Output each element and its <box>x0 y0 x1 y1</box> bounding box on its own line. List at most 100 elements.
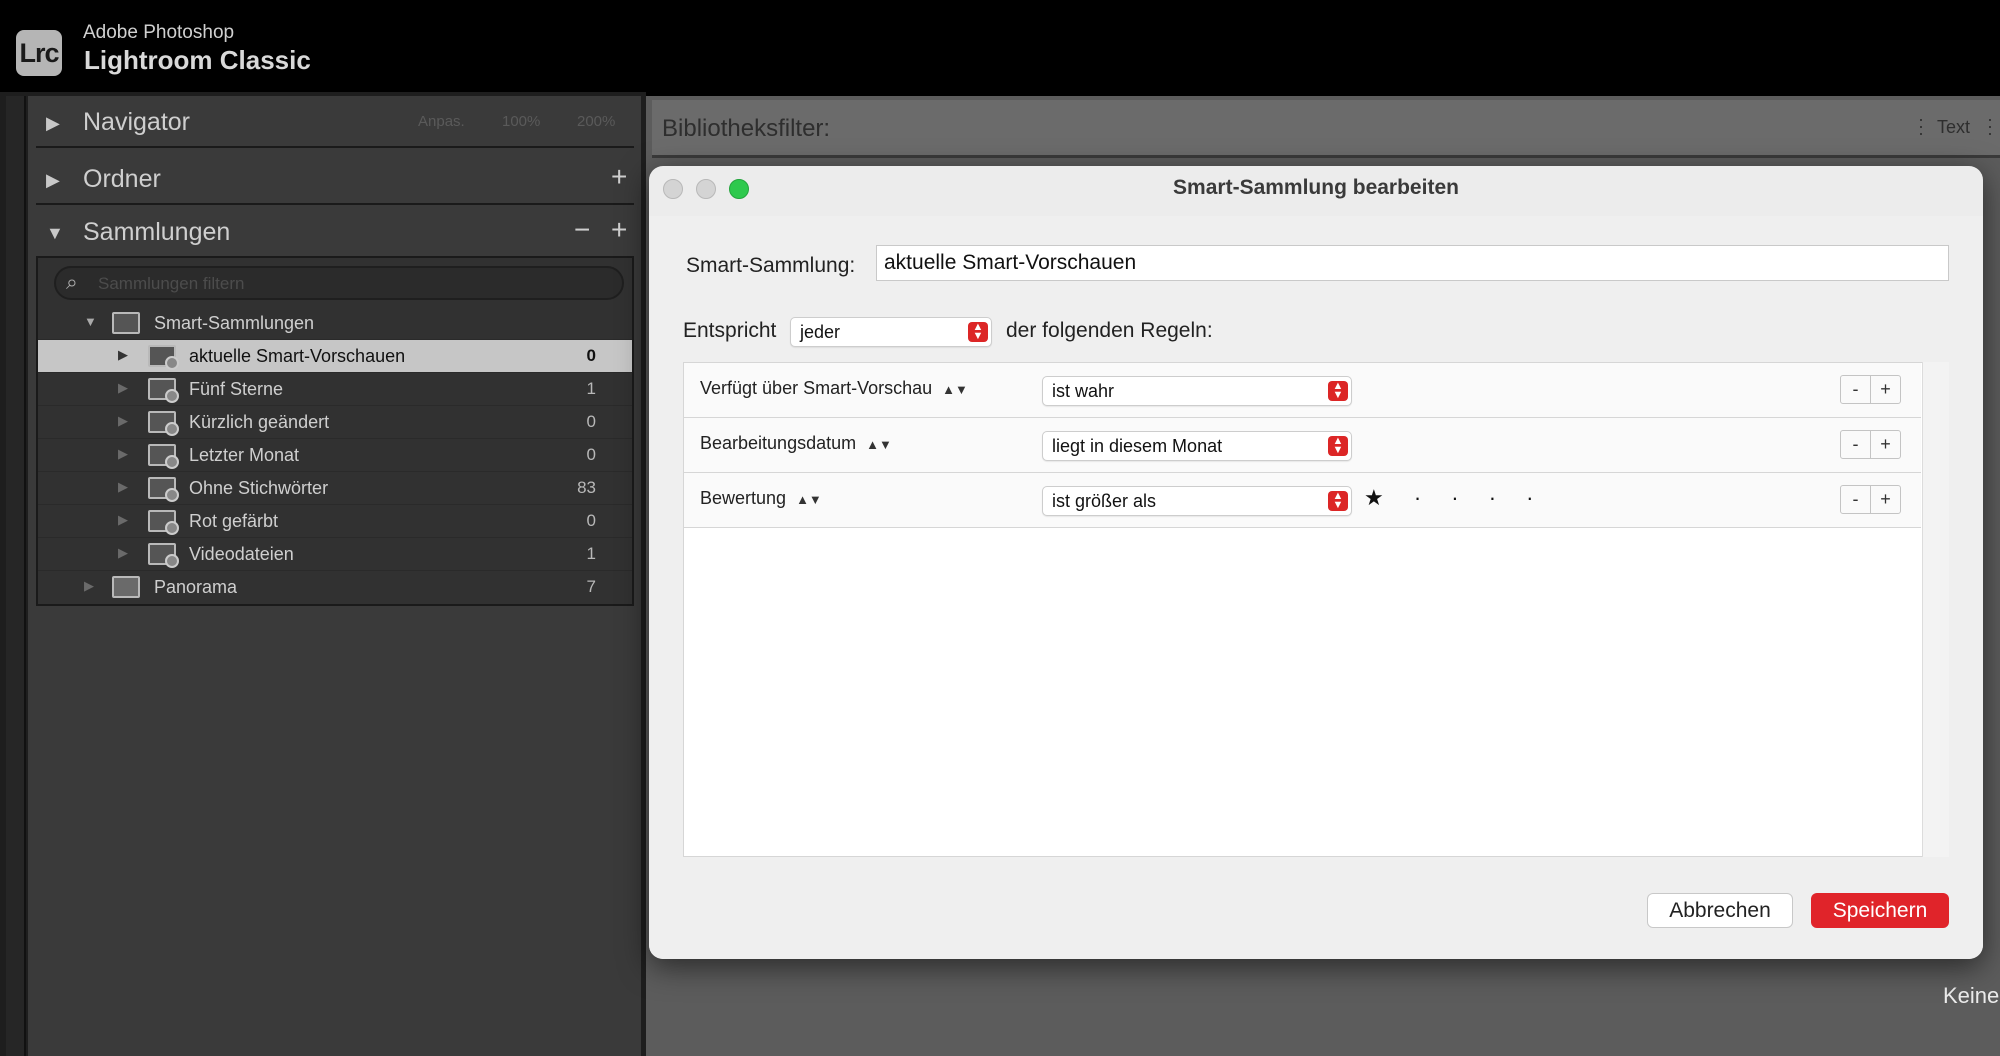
collection-set-icon <box>112 576 140 598</box>
collection-set-panorama[interactable]: ▶ Panorama 7 <box>38 571 632 604</box>
smart-collection-icon <box>148 378 179 403</box>
app-vendor-name: Adobe Photoshop <box>83 22 235 43</box>
library-filter-label: Bibliotheksfilter: <box>662 115 831 142</box>
select-arrows-icon: ▲ ▼ <box>1328 436 1348 456</box>
folders-panel-header[interactable]: ▶ Ordner + <box>36 153 634 205</box>
add-rule-button[interactable]: + <box>1870 485 1901 514</box>
rule-operator-value: ist größer als <box>1052 491 1157 511</box>
rule-operator-select[interactable]: ist größer als ▲ ▼ <box>1042 486 1352 516</box>
rule-field-select[interactable]: Bewertung ▲▼ <box>700 488 822 509</box>
zoom-fit-option[interactable]: Anpas. <box>418 113 465 130</box>
collection-item[interactable]: ▶ Videodateien 1 <box>38 538 632 571</box>
triangle-right-icon[interactable]: ▶ <box>118 545 128 561</box>
remove-rule-button[interactable]: - <box>1840 375 1871 404</box>
select-arrows-icon: ▲ ▼ <box>1328 491 1348 511</box>
collection-label: Rot gefärbt <box>189 511 279 531</box>
collection-item-selected[interactable]: ▶ aktuelle Smart-Vorschauen 0 <box>38 340 632 373</box>
rule-operator-select[interactable]: liegt in diesem Monat ▲ ▼ <box>1042 431 1352 461</box>
remove-rule-button[interactable]: - <box>1840 430 1871 459</box>
collection-set-smart[interactable]: ▼ Smart-Sammlungen <box>38 307 632 340</box>
folders-title: Ordner <box>83 165 161 193</box>
zoom-100-option[interactable]: 100% <box>502 113 540 130</box>
navigator-panel-header[interactable]: ▶ Navigator Anpas. 100% 200% <box>36 96 634 148</box>
match-mode-select[interactable]: jeder ▲ ▼ <box>790 317 992 347</box>
search-placeholder: Sammlungen filtern <box>98 274 245 293</box>
save-button[interactable]: Speichern <box>1811 893 1949 928</box>
select-arrows-icon: ▲ ▼ <box>968 322 988 342</box>
rule-operator-value: ist wahr <box>1052 381 1115 401</box>
triangle-down-icon[interactable]: ▼ <box>84 314 97 329</box>
smart-collection-icon <box>148 543 179 568</box>
add-rule-button[interactable]: + <box>1870 430 1901 459</box>
rule-field-label: Bearbeitungsdatum <box>700 433 857 453</box>
collection-item[interactable]: ▶ Kürzlich geändert 0 <box>38 406 632 439</box>
collection-count: 0 <box>586 445 596 464</box>
collection-label: Panorama <box>154 577 238 597</box>
collection-count: 1 <box>586 544 596 563</box>
rule-field-label: Verfügt über Smart-Vorschau <box>700 378 933 398</box>
rule-row: Bewertung ▲▼ ist größer als ▲ ▼ ★ · · · · … <box>684 473 1921 528</box>
triangle-right-icon[interactable]: ▶ <box>84 578 94 594</box>
filter-tab-text[interactable]: Text <box>1937 117 1970 138</box>
smart-collection-icon <box>148 444 179 469</box>
up-down-arrows-icon: ▲▼ <box>866 437 892 452</box>
triangle-right-icon[interactable]: ▶ <box>46 113 60 134</box>
triangle-right-icon[interactable]: ▶ <box>118 413 128 429</box>
collection-label: Ohne Stichwörter <box>189 478 329 498</box>
match-label: Entspricht <box>683 319 777 342</box>
remove-collection-icon[interactable]: − <box>574 214 590 246</box>
name-label: Smart-Sammlung: <box>686 254 856 277</box>
lrc-logo-icon: Lrc <box>16 30 62 76</box>
collection-item[interactable]: ▶ Rot gefärbt 0 <box>38 505 632 538</box>
collection-count: 0 <box>586 412 596 431</box>
cancel-button[interactable]: Abbrechen <box>1647 893 1793 928</box>
collections-panel-header[interactable]: ▼ Sammlungen − + <box>36 206 634 258</box>
collection-count: 83 <box>577 478 596 497</box>
triangle-right-icon[interactable]: ▶ <box>118 347 128 363</box>
collection-count: 7 <box>586 577 596 596</box>
triangle-right-icon[interactable]: ▶ <box>118 380 128 396</box>
rule-operator-select[interactable]: ist wahr ▲ ▼ <box>1042 376 1352 406</box>
smart-collection-icon <box>148 510 179 535</box>
collection-label: Fünf Sterne <box>189 379 284 399</box>
rule-row: Verfügt über Smart-Vorschau ▲▼ ist wahr ▲… <box>684 363 1921 418</box>
app-product-name: Lightroom Classic <box>84 45 311 75</box>
separator-icon: · · · <box>1987 109 1993 143</box>
add-collection-icon[interactable]: + <box>611 214 627 246</box>
search-icon[interactable]: ⌕ <box>66 271 78 295</box>
collections-search-input[interactable]: ⌕ Sammlungen filtern <box>54 266 624 300</box>
app-title-bar: Lrc Adobe Photoshop Lightroom Classic <box>0 0 2000 92</box>
triangle-right-icon[interactable]: ▶ <box>46 170 60 191</box>
library-filter-bar <box>652 100 2000 158</box>
smart-collection-icon <box>148 411 179 436</box>
rules-scrollbar[interactable] <box>1922 362 1949 857</box>
separator-icon: · · · <box>1918 109 1924 143</box>
collections-title: Sammlungen <box>83 218 231 246</box>
rule-operator-value: liegt in diesem Monat <box>1052 436 1223 456</box>
collection-item[interactable]: ▶ Ohne Stichwörter 83 <box>38 472 632 505</box>
add-folder-icon[interactable]: + <box>611 161 627 193</box>
triangle-right-icon[interactable]: ▶ <box>118 446 128 462</box>
triangle-right-icon[interactable]: ▶ <box>118 512 128 528</box>
collection-item[interactable]: ▶ Letzter Monat 0 <box>38 439 632 472</box>
triangle-right-icon[interactable]: ▶ <box>118 479 128 495</box>
navigator-title: Navigator <box>83 108 190 136</box>
collection-count: 0 <box>586 511 596 530</box>
collection-label: Videodateien <box>189 544 294 564</box>
collection-label: Letzter Monat <box>189 445 300 465</box>
collection-name-input[interactable] <box>876 245 1949 281</box>
collection-item[interactable]: ▶ Fünf Sterne 1 <box>38 373 632 406</box>
rating-stars-input[interactable]: ★ · · · · <box>1364 485 1545 511</box>
triangle-down-icon[interactable]: ▼ <box>46 223 64 244</box>
match-mode-value: jeder <box>800 322 841 342</box>
collection-label: Kürzlich geändert <box>189 412 330 432</box>
rule-field-select[interactable]: Bearbeitungsdatum ▲▼ <box>700 433 892 454</box>
remove-rule-button[interactable]: - <box>1840 485 1871 514</box>
zoom-200-option[interactable]: 200% <box>577 113 615 130</box>
add-rule-button[interactable]: + <box>1870 375 1901 404</box>
rule-field-select[interactable]: Verfügt über Smart-Vorschau ▲▼ <box>700 378 968 399</box>
rule-row: Bearbeitungsdatum ▲▼ liegt in diesem Mona… <box>684 418 1921 473</box>
collection-count: 0 <box>586 346 596 365</box>
left-panel-scrollbar[interactable] <box>6 96 26 1056</box>
smart-collection-icon <box>148 345 179 370</box>
